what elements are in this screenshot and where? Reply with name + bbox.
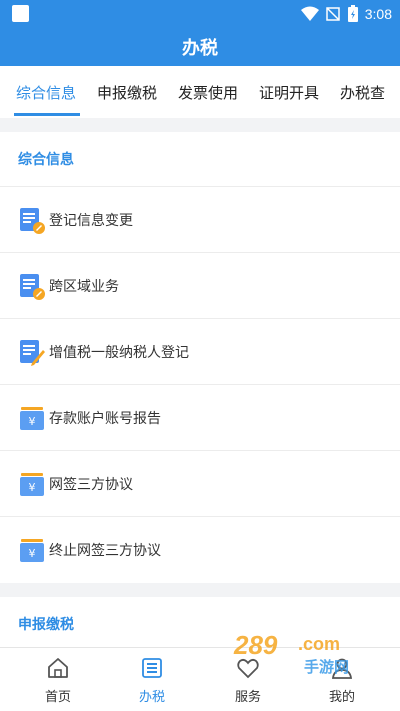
status-icons: 3:08 [300,4,392,24]
list-item-label: 登记信息变更 [49,213,133,229]
svg-text:¥: ¥ [29,547,36,560]
nav-label: 服务 [234,690,261,705]
nav-tax[interactable]: 办税 [102,648,202,711]
section-header-comprehensive-info: 综合信息 [0,132,400,187]
nav-label: 办税 [138,690,165,705]
list-icon [142,658,162,678]
list-item-registration-change[interactable]: 登记信息变更 [0,187,400,253]
yuan-card-icon: ¥ [20,473,44,496]
watermark-number: 289 [234,630,278,660]
list-item-label: 存款账户账号报告 [49,411,161,427]
list-item-online-tripartite-agreement[interactable]: ¥ 网签三方协议 [0,451,400,517]
list-item-deposit-account-report[interactable]: ¥ 存款账户账号报告 [0,385,400,451]
document-pen-icon [20,340,45,366]
page-title: 办税 [182,38,218,59]
section-title: 申报缴税 [18,617,74,633]
active-tab-indicator [14,113,80,116]
notification-icon [12,5,29,22]
tab-bar: 综合信息 申报缴税 发票使用 证明开具 办税查 [0,66,400,118]
document-edit-icon [20,274,45,300]
section-title: 综合信息 [18,152,74,168]
tab-certificate-issue[interactable]: 证明开具 [259,82,319,103]
list-item-label: 网签三方协议 [49,477,133,493]
document-edit-icon [20,208,45,234]
yuan-card-icon: ¥ [20,539,44,562]
list-item-label: 跨区域业务 [49,279,119,295]
list-item-label: 增值税一般纳税人登记 [49,345,189,361]
tab-invoice-use[interactable]: 发票使用 [178,82,238,103]
status-bar: 3:08 [0,0,400,28]
yuan-card-icon: ¥ [20,407,44,430]
app-header: 办税 [0,28,400,66]
list-item-cross-region-business[interactable]: 跨区域业务 [0,253,400,319]
home-icon [48,658,68,678]
status-time: 3:08 [364,6,392,22]
nav-label: 首页 [44,690,71,705]
watermark-suffix: .com [298,634,341,654]
battery-icon [347,5,358,22]
tab-comprehensive-info[interactable]: 综合信息 [16,82,76,103]
tab-declare-pay-tax[interactable]: 申报缴税 [97,82,157,103]
list-item-label: 终止网签三方协议 [49,543,161,559]
tab-tax-query[interactable]: 办税查 [340,82,385,103]
list-item-terminate-tripartite-agreement[interactable]: ¥ 终止网签三方协议 [0,517,400,583]
wifi-icon [300,6,319,21]
list-item-vat-general-taxpayer[interactable]: 增值税一般纳税人登记 [0,319,400,385]
svg-text:¥: ¥ [29,481,36,494]
nav-home[interactable]: 首页 [8,648,108,711]
watermark-text: 手游网 [304,658,350,676]
svg-text:¥: ¥ [29,415,36,428]
watermark-logo: 289 .com 手游网 [232,628,382,678]
nav-label: 我的 [328,690,355,705]
no-signal-icon [326,7,340,21]
